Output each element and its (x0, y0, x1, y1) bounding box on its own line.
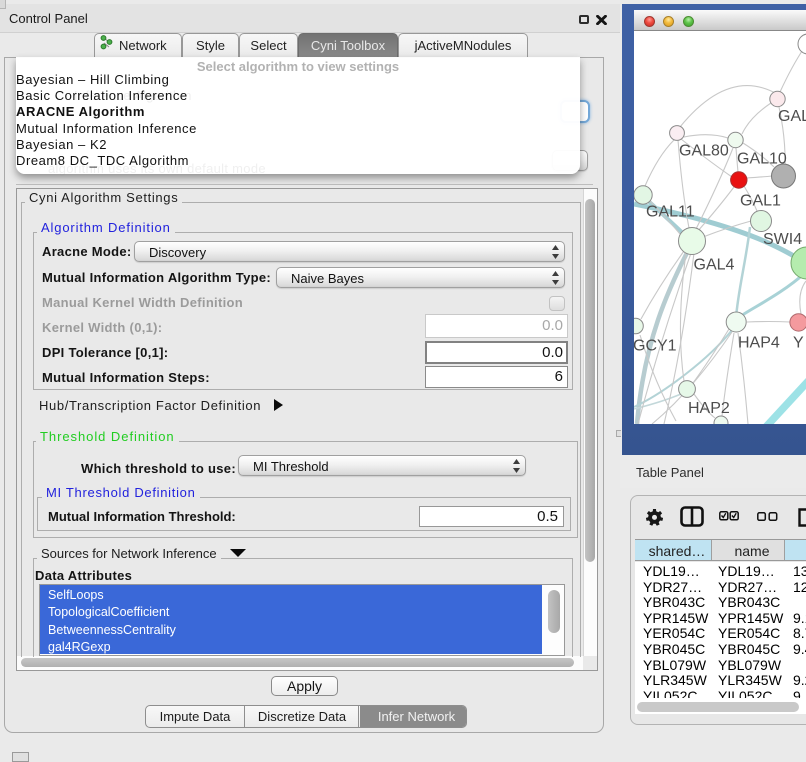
svg-text:GAL80: GAL80 (679, 143, 729, 160)
svg-text:SWI4: SWI4 (763, 231, 802, 248)
svg-text:GAL1: GAL1 (740, 193, 781, 210)
svg-text:GAL4: GAL4 (694, 257, 735, 274)
svg-text:GAL7: GAL7 (778, 108, 806, 125)
svg-text:GAL10: GAL10 (737, 151, 787, 168)
svg-text:HAP4: HAP4 (738, 335, 780, 352)
svg-text:Y: Y (793, 335, 804, 352)
svg-text:GCY1: GCY1 (634, 338, 677, 355)
svg-text:HAP2: HAP2 (688, 400, 730, 417)
svg-text:GAL11: GAL11 (646, 204, 695, 221)
